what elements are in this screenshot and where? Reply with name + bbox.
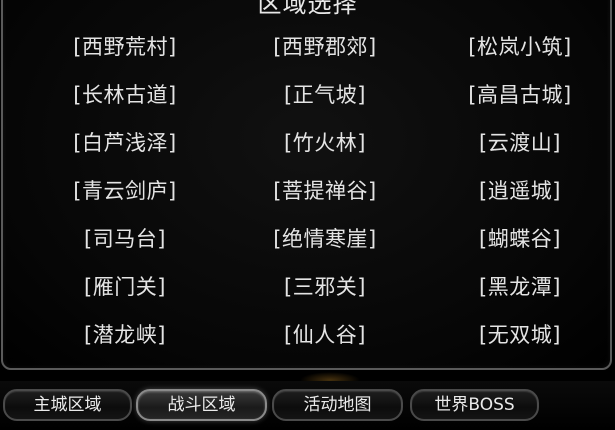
region-item[interactable]: [仙人谷] (225, 315, 425, 363)
region-item[interactable]: [雁门关] (25, 267, 225, 315)
region-item[interactable]: [云渡山] (425, 123, 615, 171)
region-item[interactable]: [白芦浅泽] (25, 123, 225, 171)
tab-world-boss[interactable]: 世界BOSS (410, 389, 539, 421)
tab-main-city[interactable]: 主城区域 (3, 389, 132, 421)
region-item[interactable]: [长林古道] (25, 75, 225, 123)
region-item[interactable]: [黑龙潭] (425, 267, 615, 315)
region-item[interactable]: [青云剑庐] (25, 171, 225, 219)
region-tab-bar: 主城区域 战斗区域 活动地图 世界BOSS (0, 381, 615, 430)
region-item[interactable]: [逍遥城] (425, 171, 615, 219)
region-item[interactable]: [正气坡] (225, 75, 425, 123)
region-item[interactable]: [绝情寒崖] (225, 219, 425, 267)
region-item[interactable]: [司马台] (25, 219, 225, 267)
tab-battle-area[interactable]: 战斗区域 (136, 389, 267, 421)
region-item[interactable]: [松岚小筑] (425, 27, 615, 75)
region-item[interactable]: [三邪关] (225, 267, 425, 315)
game-screen: 区域选择 [西野荒村] [西野郡郊] [松岚小筑] [长林古道] [正气坡] [… (0, 0, 615, 430)
region-grid: [西野荒村] [西野郡郊] [松岚小筑] [长林古道] [正气坡] [高昌古城]… (25, 27, 615, 363)
region-item[interactable]: [无双城] (425, 315, 615, 363)
tab-event-map[interactable]: 活动地图 (272, 389, 403, 421)
region-item[interactable]: [西野郡郊] (225, 27, 425, 75)
region-item[interactable]: [高昌古城] (425, 75, 615, 123)
region-item[interactable]: [潜龙峡] (25, 315, 225, 363)
panel-title: 区域选择 (257, 0, 358, 18)
region-item[interactable]: [蝴蝶谷] (425, 219, 615, 267)
region-item[interactable]: [竹火林] (225, 123, 425, 171)
region-item[interactable]: [菩提禅谷] (225, 171, 425, 219)
region-item[interactable]: [西野荒村] (25, 27, 225, 75)
